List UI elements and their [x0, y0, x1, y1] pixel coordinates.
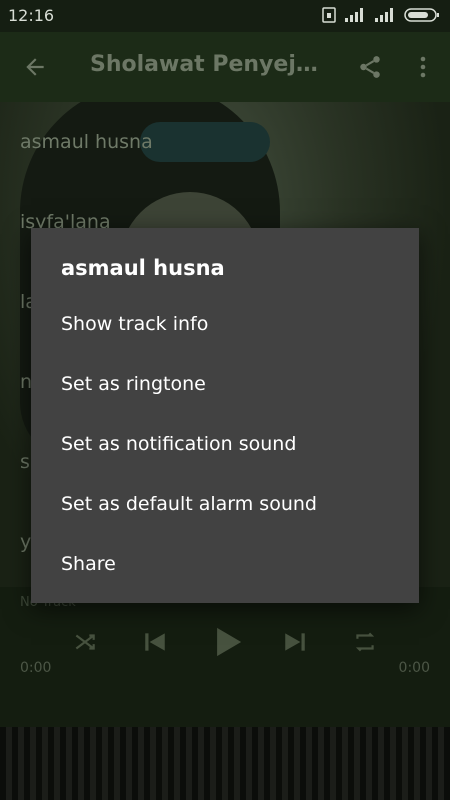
- previous-icon[interactable]: [142, 629, 168, 655]
- more-options-icon[interactable]: [414, 54, 432, 80]
- app-bar: Sholawat Penyejuk Hati: [0, 32, 450, 102]
- next-icon[interactable]: [282, 629, 308, 655]
- play-icon[interactable]: [210, 625, 244, 659]
- signal-icon-2: [375, 8, 393, 22]
- menu-item-set-as-default-alarm-sound[interactable]: Set as default alarm sound: [31, 474, 419, 534]
- battery-icon: [404, 8, 439, 22]
- repeat-icon[interactable]: [352, 629, 378, 655]
- share-icon[interactable]: [357, 54, 383, 80]
- dialog-menu: Show track info Set as ringtone Set as n…: [31, 294, 419, 594]
- sim-icon: [322, 7, 336, 23]
- track-options-dialog: asmaul husna Show track info Set as ring…: [31, 228, 419, 603]
- dialog-title: asmaul husna: [61, 256, 225, 280]
- app-title: Sholawat Penyejuk Hati: [90, 52, 330, 77]
- list-item[interactable]: asmaul husna: [0, 102, 450, 182]
- duration-time: 0:00: [398, 660, 430, 676]
- shuffle-icon[interactable]: [72, 629, 98, 655]
- menu-item-set-as-ringtone[interactable]: Set as ringtone: [31, 354, 419, 414]
- status-icons: [322, 7, 440, 23]
- menu-item-set-as-notification-sound[interactable]: Set as notification sound: [31, 414, 419, 474]
- menu-item-share[interactable]: Share: [31, 534, 419, 594]
- elapsed-time: 0:00: [20, 660, 52, 676]
- player-bar: No Track 0:00 0:00: [0, 587, 450, 727]
- background-image-strip: [0, 727, 450, 800]
- status-time: 12:16: [8, 6, 55, 25]
- signal-icon: [345, 8, 363, 22]
- back-arrow-icon[interactable]: [22, 54, 48, 80]
- status-bar: 12:16: [0, 0, 450, 32]
- menu-item-show-track-info[interactable]: Show track info: [31, 294, 419, 354]
